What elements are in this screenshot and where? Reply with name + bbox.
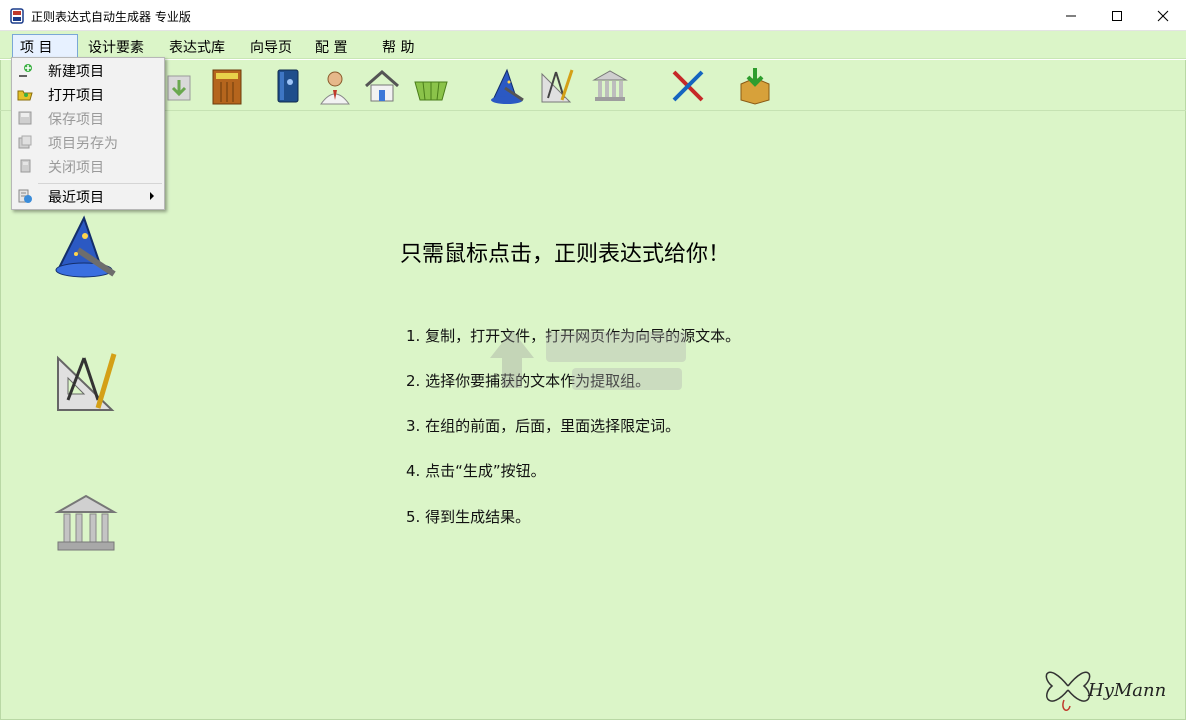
bank-building-icon[interactable] (54, 492, 118, 554)
user-icon[interactable] (315, 66, 355, 106)
close-icon (1157, 10, 1169, 21)
menu-item-label: 项目另存为 (48, 136, 118, 152)
download-box-icon[interactable] (735, 66, 775, 106)
step-4: 4. 点击“生成”按钮。 (406, 462, 546, 480)
menu-project[interactable]: 项 目 (20, 37, 52, 57)
minimize-button[interactable] (1048, 0, 1094, 31)
home-icon[interactable] (362, 66, 402, 106)
tools-icon[interactable] (668, 66, 708, 106)
menu-design-elements[interactable]: 设计要素 (88, 37, 144, 57)
maximize-button[interactable] (1094, 0, 1140, 31)
maximize-icon (1112, 10, 1122, 21)
watermark-logo (490, 330, 686, 390)
close-button[interactable] (1140, 0, 1186, 31)
toolbar-divider (0, 110, 1186, 111)
menu-item-save-project[interactable]: 保存项目 (12, 106, 164, 130)
menu-item-label: 保存项目 (48, 112, 104, 128)
headline: 只需鼠标点击，正则表达式给你！ (400, 242, 731, 267)
close-project-icon (20, 159, 31, 173)
menu-item-save-as[interactable]: 项目另存为 (12, 130, 164, 154)
project-menu-dropdown: 新建项目 打开项目 保存项目 项目另存为 关闭项目 最近项目 (11, 57, 165, 210)
wizard-hat-icon[interactable] (50, 214, 120, 280)
save-project-icon (18, 111, 32, 125)
menu-help[interactable]: 帮 助 (382, 37, 414, 57)
recent-projects-icon (18, 189, 32, 203)
step-5: 5. 得到生成结果。 (406, 508, 531, 526)
window-title: 正则表达式自动生成器 专业版 (31, 10, 191, 24)
step-3: 3. 在组的前面，后面，里面选择限定词。 (406, 417, 681, 435)
signature-text: HyMann (1088, 680, 1167, 701)
basket-icon[interactable] (411, 66, 451, 106)
import-icon[interactable] (160, 66, 200, 106)
menu-item-new-project[interactable]: 新建项目 (12, 58, 164, 82)
menu-item-open-project[interactable]: 打开项目 (12, 82, 164, 106)
menu-item-label: 关闭项目 (48, 160, 104, 176)
menu-item-recent-projects[interactable]: 最近项目 (12, 184, 164, 208)
menu-item-label: 最近项目 (48, 190, 104, 206)
save-as-icon (18, 135, 32, 149)
menu-expression-library[interactable]: 表达式库 (169, 37, 225, 57)
new-project-icon (19, 64, 32, 77)
close-door-icon[interactable] (207, 66, 247, 106)
book-icon[interactable] (268, 66, 308, 106)
wizard-icon[interactable] (487, 66, 527, 106)
title-bar: 正则表达式自动生成器 专业版 (0, 0, 1186, 31)
minimize-icon (1066, 15, 1076, 16)
menu-item-label: 打开项目 (48, 88, 104, 104)
drafting-tools-icon[interactable] (538, 66, 578, 106)
app-icon (10, 8, 24, 24)
menu-config[interactable]: 配 置 (315, 37, 347, 57)
open-project-icon (17, 90, 33, 101)
menu-wizard[interactable]: 向导页 (250, 37, 292, 57)
menu-item-label: 新建项目 (48, 64, 104, 80)
signature: HyMann (1038, 656, 1178, 718)
set-square-compass-icon[interactable] (54, 352, 118, 414)
menu-item-close-project[interactable]: 关闭项目 (12, 154, 164, 178)
library-icon[interactable] (590, 66, 630, 106)
submenu-arrow-icon (150, 192, 154, 200)
